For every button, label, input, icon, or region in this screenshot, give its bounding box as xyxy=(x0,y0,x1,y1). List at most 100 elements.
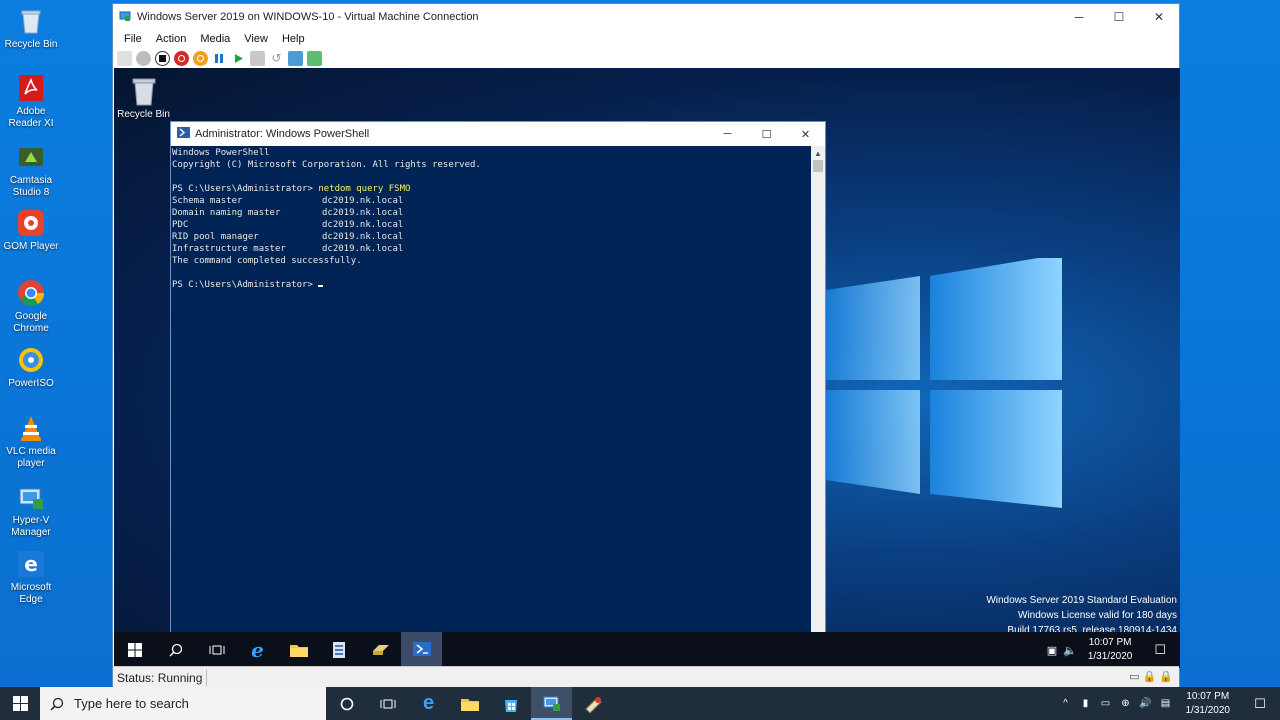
close-button[interactable]: ✕ xyxy=(1139,4,1179,30)
show-hidden-icons[interactable]: ^ xyxy=(1056,687,1076,720)
desktop-icon-vlc[interactable]: VLC media player xyxy=(0,413,62,470)
task-view-icon xyxy=(209,645,224,655)
host-vm-connection-button[interactable] xyxy=(531,687,572,720)
fsmo-server: dc2019.nk.local xyxy=(322,208,404,218)
guest-server-manager-button[interactable] xyxy=(319,632,360,668)
vm-titlebar[interactable]: Windows Server 2019 on WINDOWS-10 - Virt… xyxy=(113,4,1179,30)
scroll-up-icon[interactable]: ▲ xyxy=(811,146,825,160)
shut-down-icon[interactable] xyxy=(174,50,189,66)
menu-help[interactable]: Help xyxy=(275,33,312,45)
host-start-button[interactable] xyxy=(0,687,40,720)
host-cortana-button[interactable] xyxy=(326,687,367,720)
vm-connection-window: Windows Server 2019 on WINDOWS-10 - Virt… xyxy=(112,3,1180,689)
revert-icon[interactable]: ↺ xyxy=(269,51,284,66)
desktop-icon-label: Adobe Reader XI xyxy=(8,106,54,129)
guest-clock[interactable]: 10:07 PM 1/31/2020 xyxy=(1080,636,1141,664)
powershell-console[interactable]: Windows PowerShell Copyright (C) Microsof… xyxy=(171,146,811,634)
folder-icon xyxy=(460,698,479,711)
search-icon xyxy=(50,697,64,711)
guest-search-button[interactable] xyxy=(155,632,196,668)
powershell-scrollbar[interactable]: ▲ xyxy=(811,146,825,634)
svg-text:e: e xyxy=(24,552,38,576)
desktop-icon-label: Hyper-V Manager xyxy=(11,515,51,538)
host-file-explorer-button[interactable] xyxy=(449,687,490,720)
guest-tools-button[interactable] xyxy=(360,632,401,668)
network-icon[interactable]: ⊕ xyxy=(1116,687,1136,720)
chrome-icon xyxy=(16,278,46,308)
guest-clock-date: 1/31/2020 xyxy=(1087,651,1133,662)
menu-action[interactable]: Action xyxy=(149,33,194,45)
menu-file[interactable]: File xyxy=(117,33,149,45)
start-disabled-icon[interactable] xyxy=(136,50,151,66)
network-warning-icon[interactable]: ▣ xyxy=(1044,644,1060,657)
guest-file-explorer-button[interactable] xyxy=(278,632,319,668)
console-prompt: PS C:\Users\Administrator> xyxy=(172,280,319,290)
usb-icon[interactable]: ▮ xyxy=(1076,687,1096,720)
edge-icon: e xyxy=(422,692,435,714)
poweriso-icon xyxy=(16,345,46,375)
volume-muted-icon[interactable]: 🔈 xyxy=(1060,644,1080,657)
fsmo-server: dc2019.nk.local xyxy=(322,244,404,254)
fsmo-server: dc2019.nk.local xyxy=(322,196,404,206)
notification-icon[interactable]: ☐ xyxy=(1240,687,1280,720)
ps-minimize-button[interactable]: ─ xyxy=(708,122,747,146)
guest-powershell-button[interactable] xyxy=(401,632,442,668)
desktop-icon-gom-player[interactable]: GOM Player xyxy=(0,208,62,253)
turn-off-icon[interactable] xyxy=(155,50,170,66)
menu-view[interactable]: View xyxy=(237,33,275,45)
volume-icon[interactable]: 🔊 xyxy=(1136,687,1156,720)
console-active-prompt: PS C:\Users\Administrator> xyxy=(172,279,810,291)
vm-connection-icon xyxy=(543,696,560,711)
ctrl-alt-del-icon[interactable] xyxy=(117,50,132,66)
host-task-view-button[interactable] xyxy=(367,687,408,720)
host-search-box[interactable]: Type here to search xyxy=(40,687,326,720)
desktop-icon-adobe-reader[interactable]: Adobe Reader XI xyxy=(0,73,62,130)
guest-recycle-bin[interactable]: Recycle Bin xyxy=(117,76,170,121)
host-snipping-tool-button[interactable] xyxy=(572,687,613,720)
battery-icon[interactable]: ▭ xyxy=(1096,687,1116,720)
host-clock-time: 10:07 PM xyxy=(1186,690,1230,702)
folder-icon xyxy=(289,645,308,657)
menu-media[interactable]: Media xyxy=(193,33,237,45)
desktop-icon-label: GOM Player xyxy=(3,241,59,252)
guest-ie-button[interactable]: e xyxy=(237,632,278,668)
desktop-icon-poweriso[interactable]: PowerISO xyxy=(0,345,62,390)
host-clock[interactable]: 10:07 PM 1/31/2020 xyxy=(1176,690,1241,718)
camtasia-icon xyxy=(16,142,46,172)
enhanced-session-icon[interactable] xyxy=(288,50,303,66)
desktop-icon-edge[interactable]: e Microsoft Edge xyxy=(0,549,62,606)
pause-icon[interactable] xyxy=(212,51,227,66)
ps-close-button[interactable]: ✕ xyxy=(786,122,825,146)
desktop-icon-google-chrome[interactable]: Google Chrome xyxy=(0,278,62,335)
share-icon[interactable] xyxy=(307,50,322,66)
fsmo-role: Schema master xyxy=(172,196,243,206)
gom-player-icon xyxy=(16,208,46,238)
console-output-row: Domain naming master dc2019.nk.local xyxy=(172,207,810,219)
ps-maximize-button[interactable]: ☐ xyxy=(747,122,786,146)
guest-recycle-bin-label: Recycle Bin xyxy=(117,109,170,120)
maximize-button[interactable]: ☐ xyxy=(1099,4,1139,30)
console-output-row: Schema master dc2019.nk.local xyxy=(172,195,810,207)
desktop-icon-hyper-v[interactable]: Hyper-V Manager xyxy=(0,482,62,539)
minimize-button[interactable]: ─ xyxy=(1059,4,1099,30)
fsmo-role: Infrastructure master xyxy=(172,244,286,254)
guest-start-button[interactable] xyxy=(114,632,155,668)
desktop-icon-recycle-bin[interactable]: Recycle Bin xyxy=(0,6,62,51)
host-store-button[interactable] xyxy=(490,687,531,720)
host-edge-button[interactable]: e xyxy=(408,687,449,720)
notification-icon[interactable]: ☐ xyxy=(1140,642,1180,658)
save-state-icon[interactable] xyxy=(193,50,208,66)
console-command-line: PS C:\Users\Administrator> netdom query … xyxy=(172,183,810,195)
vm-status-bar: Status: Running ▭ 🔒 🔒 xyxy=(113,666,1179,688)
guest-task-view-button[interactable] xyxy=(196,632,237,668)
host-taskbar: Type here to search e ^ ▮ ▭ ⊕ 🔊 ▤ 10:07 … xyxy=(0,687,1280,720)
hyper-v-icon xyxy=(16,482,46,512)
language-icon[interactable]: ▤ xyxy=(1156,687,1176,720)
checkpoint-icon[interactable] xyxy=(250,50,265,66)
powershell-icon xyxy=(412,642,431,656)
resume-icon[interactable] xyxy=(231,51,246,66)
scrollbar-thumb[interactable] xyxy=(813,160,823,172)
edge-icon: e xyxy=(16,549,46,579)
desktop-icon-camtasia[interactable]: Camtasia Studio 8 xyxy=(0,142,62,199)
powershell-titlebar[interactable]: Administrator: Windows PowerShell ─ ☐ ✕ xyxy=(171,122,825,146)
